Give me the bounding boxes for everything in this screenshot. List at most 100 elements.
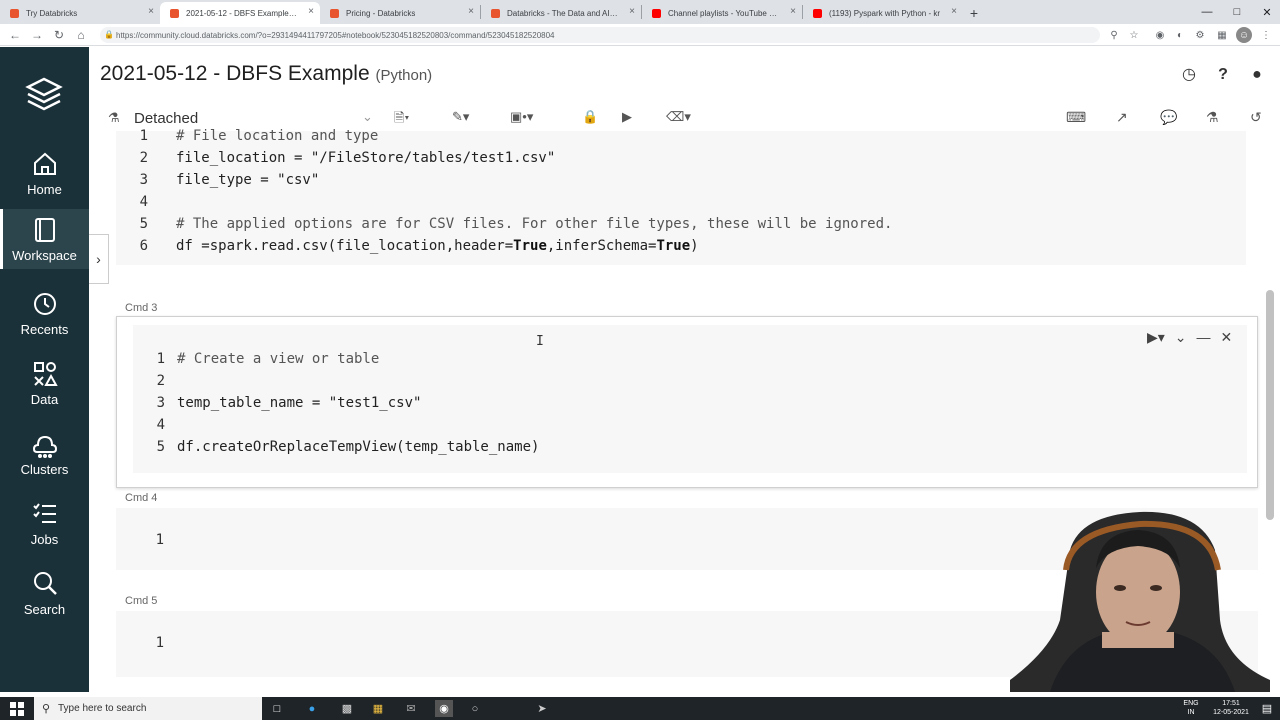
- file-explorer-icon[interactable]: ▦: [369, 700, 387, 717]
- clock-icon: [33, 293, 56, 315]
- browser-tab[interactable]: Pricing - Databricks ×: [320, 2, 480, 24]
- header-actions: ◷ ? ●: [1181, 66, 1265, 86]
- cluster-dropdown-chevron-icon[interactable]: ⌄: [362, 109, 373, 125]
- tab-close-icon[interactable]: ×: [148, 6, 154, 17]
- url-text: https://community.cloud.databricks.com/?…: [116, 30, 555, 40]
- code-text: df =spark.read.csv(file_location,header=: [176, 238, 514, 254]
- taskbar-search-input[interactable]: ⚲ Type here to search: [34, 697, 262, 720]
- windows-start-icon[interactable]: [10, 702, 24, 716]
- help-icon[interactable]: ?: [1215, 66, 1231, 84]
- share-icon[interactable]: ↗: [1116, 109, 1128, 126]
- tab-close-icon[interactable]: ×: [468, 6, 474, 17]
- browser-tab[interactable]: Databricks - The Data and AI Co ×: [481, 2, 641, 24]
- forward-arrow-icon[interactable]: →: [26, 28, 48, 42]
- zoom-icon[interactable]: ⚲: [1106, 27, 1122, 43]
- task-view-icon[interactable]: □: [268, 700, 286, 717]
- extensions-puzzle-icon[interactable]: ▦: [1214, 27, 1230, 43]
- new-tab-button[interactable]: +: [963, 2, 985, 24]
- sidebar-item-jobs[interactable]: Jobs: [0, 493, 89, 553]
- code-line[interactable]: df.createOrReplaceTempView(temp_table_na…: [177, 436, 539, 458]
- clear-eraser-icon[interactable]: ⌫▾: [666, 109, 691, 125]
- notebook-cell-2[interactable]: 1 # File location and type 2 file_location …: [116, 128, 1246, 265]
- minimize-window-button[interactable]: —: [1192, 0, 1222, 24]
- close-window-button[interactable]: ✕: [1252, 0, 1280, 24]
- code-text: ): [690, 238, 699, 254]
- browser-tab[interactable]: Try Databricks ×: [0, 2, 160, 24]
- clock-time: 17:51: [1222, 700, 1240, 707]
- user-account-icon[interactable]: ●: [1249, 66, 1265, 84]
- browser-tab[interactable]: Channel playlists - YouTube Stu ×: [642, 2, 802, 24]
- run-all-icon[interactable]: ▶: [622, 109, 632, 125]
- app-icon[interactable]: ➤: [533, 700, 551, 717]
- sidebar-item-data[interactable]: Data: [0, 353, 89, 413]
- chrome-browser-icon[interactable]: ◉: [435, 700, 453, 717]
- clock[interactable]: 17:51 12-05-2021: [1206, 699, 1256, 717]
- sidebar-item-label: Data: [30, 392, 59, 407]
- code-editor[interactable]: 1 # Create a view or table 2 3 temp_table_na…: [133, 325, 1247, 473]
- code-line[interactable]: temp_table_name = "test1_csv": [177, 392, 421, 414]
- back-arrow-icon[interactable]: ←: [4, 28, 26, 42]
- url-field[interactable]: 🔒 https://community.cloud.databricks.com…: [100, 27, 1100, 43]
- databricks-logo-icon[interactable]: [24, 75, 64, 115]
- mail-icon[interactable]: ✉: [402, 700, 420, 717]
- taskbar-search-placeholder: Type here to search: [58, 703, 147, 714]
- browser-tab[interactable]: (1193) Pyspark with Python - kr ×: [803, 2, 963, 24]
- home-nav-icon[interactable]: ⌂: [70, 28, 92, 42]
- experiment-flask-icon[interactable]: ⚗: [1206, 109, 1219, 126]
- notebook-title[interactable]: 2021-05-12 - DBFS Example (Python): [100, 62, 432, 86]
- edit-menu-icon[interactable]: ✎▾: [452, 109, 469, 125]
- tab-label: Databricks - The Data and AI Co: [507, 8, 619, 18]
- permissions-lock-icon[interactable]: 🔒: [582, 109, 598, 125]
- bookmark-star-icon[interactable]: ☆: [1126, 27, 1142, 43]
- cell-menu-chevron-icon[interactable]: ⌄: [1175, 329, 1187, 346]
- notebook-title-text: 2021-05-12 - DBFS Example: [100, 62, 370, 85]
- tab-favicon-icon: [652, 9, 661, 18]
- run-cell-icon[interactable]: ▶▾: [1147, 329, 1165, 346]
- extension-icon[interactable]: ◐: [1172, 27, 1188, 43]
- notebook-cell-3[interactable]: 1 # Create a view or table 2 3 temp_table_na…: [116, 316, 1258, 488]
- code-line[interactable]: # File location and type: [176, 125, 378, 147]
- history-icon[interactable]: ◷: [1181, 66, 1197, 84]
- sidebar-item-search[interactable]: Search: [0, 563, 89, 623]
- page-scrollbar[interactable]: [1266, 290, 1274, 520]
- browser-tab[interactable]: 2021-05-12 - DBFS Example - Da ×: [160, 2, 320, 24]
- sidebar-item-clusters[interactable]: Clusters: [0, 423, 89, 483]
- menu-kebab-icon[interactable]: ⋮: [1258, 27, 1274, 43]
- file-menu-icon[interactable]: 🗎▾: [394, 109, 409, 131]
- sidebar-item-workspace[interactable]: Workspace: [0, 209, 89, 269]
- reload-icon[interactable]: ↻: [48, 28, 70, 42]
- sidebar-item-recents[interactable]: Recents: [0, 283, 89, 343]
- app-icon[interactable]: ○: [466, 700, 484, 717]
- profile-avatar[interactable]: ☺: [1236, 27, 1252, 43]
- code-line[interactable]: # The applied options are for CSV files.…: [176, 213, 892, 235]
- line-number: 4: [139, 194, 148, 210]
- extension-icon[interactable]: ⚙: [1192, 27, 1208, 43]
- code-line[interactable]: file_location = "/FileStore/tables/test1…: [176, 147, 555, 169]
- view-menu-icon[interactable]: ▣•▾: [510, 109, 533, 125]
- sidebar-item-home[interactable]: Home: [0, 143, 89, 203]
- minimize-cell-icon[interactable]: —: [1197, 329, 1211, 346]
- language-indicator[interactable]: ENG IN: [1180, 699, 1202, 717]
- tab-close-icon[interactable]: ×: [790, 6, 796, 17]
- comments-icon[interactable]: 💬: [1160, 109, 1177, 126]
- pc-icon[interactable]: ▩: [338, 700, 356, 717]
- notebook-language[interactable]: (Python): [375, 67, 432, 84]
- tab-close-icon[interactable]: ×: [308, 6, 314, 17]
- revision-history-icon[interactable]: ↺: [1250, 109, 1262, 126]
- code-line[interactable]: file_type = "csv": [176, 169, 319, 191]
- tab-close-icon[interactable]: ×: [629, 6, 635, 17]
- home-icon: [33, 152, 56, 175]
- extension-icon[interactable]: ◉: [1152, 27, 1168, 43]
- maximize-window-button[interactable]: □: [1222, 0, 1252, 24]
- code-line[interactable]: # Create a view or table: [177, 348, 379, 370]
- region-code: IN: [1187, 709, 1195, 716]
- code-line[interactable]: df =spark.read.csv(file_location,header=…: [176, 235, 699, 257]
- edge-browser-icon[interactable]: ●: [303, 700, 321, 717]
- sidebar-expand-chevron-icon[interactable]: ›: [89, 234, 109, 284]
- tab-close-icon[interactable]: ×: [951, 6, 957, 17]
- keyboard-shortcuts-icon[interactable]: ⌨: [1066, 109, 1086, 126]
- line-number: 1: [156, 351, 165, 367]
- notifications-icon[interactable]: ▤: [1258, 700, 1276, 717]
- delete-cell-icon[interactable]: ✕: [1221, 329, 1233, 346]
- jobs-icon: [32, 503, 56, 523]
